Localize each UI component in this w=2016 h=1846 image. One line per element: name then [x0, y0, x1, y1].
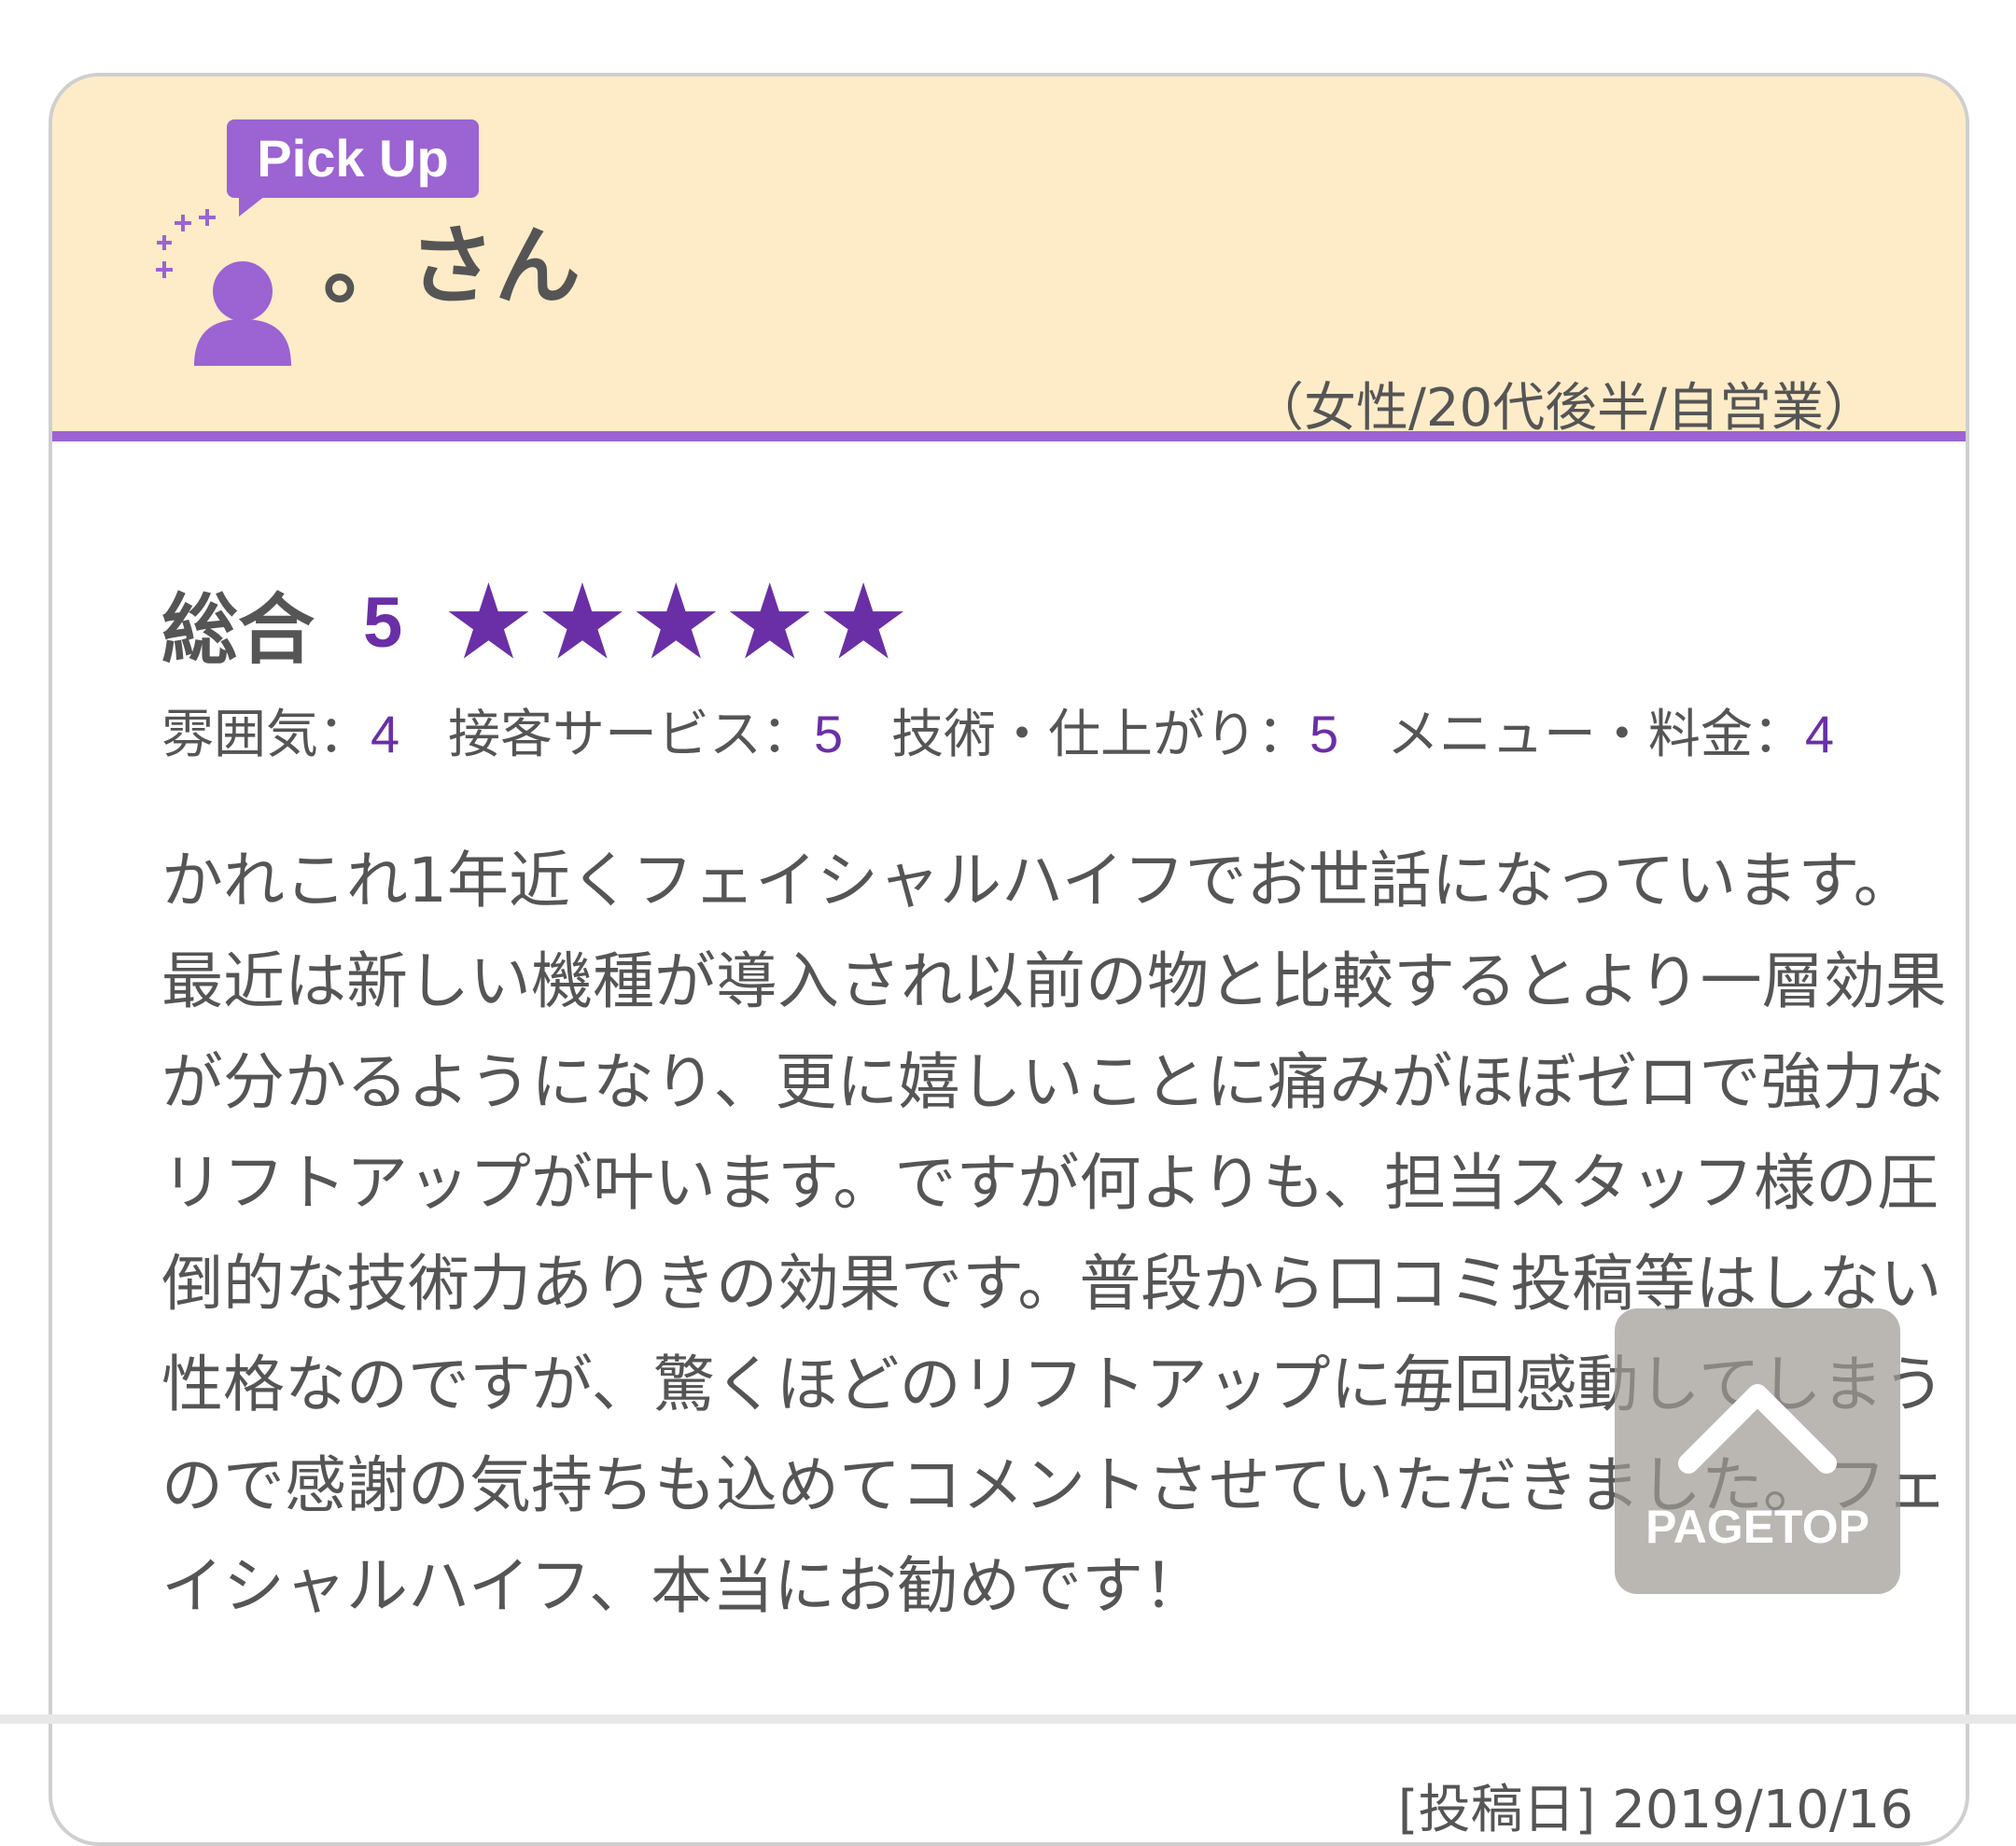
pagetop-label: PAGETOP [1645, 1501, 1869, 1553]
overall-score: 5 [363, 582, 403, 663]
star-icon: ★ [629, 562, 723, 683]
chevron-up-icon [1678, 1384, 1837, 1474]
review-card-header: Pick Up 。さん （女性/20代後半/自営業） [52, 77, 1966, 441]
bottom-divider [0, 1714, 2016, 1724]
sub-ratings: 雰囲気：4 接客サービス：5 技術・仕上がり：5 メニュー・料金：4 [161, 692, 1866, 768]
star-rating: ★ ★ ★ ★ ★ [441, 570, 910, 675]
post-date: [投稿日] 2019/10/16 [1397, 1780, 1913, 1840]
user-avatar-icon [156, 209, 291, 366]
sub-rating-technique: 技術・仕上がり：5 [890, 705, 1339, 765]
pagetop-button[interactable]: PAGETOP [1615, 1308, 1900, 1594]
star-icon: ★ [441, 562, 536, 683]
overall-label: 総合 [161, 585, 315, 675]
sub-rating-atmosphere: 雰囲気：4 [161, 705, 400, 765]
star-icon: ★ [722, 562, 817, 683]
sub-rating-menu-price: メニュー・料金：4 [1386, 705, 1835, 765]
star-icon: ★ [535, 562, 630, 683]
reviewer-name: 。さん [323, 217, 581, 316]
reviewer-demographic: （女性/20代後半/自営業） [1252, 378, 1876, 439]
pickup-badge: Pick Up [227, 119, 479, 198]
overall-rating: 総合 5 ★ ★ ★ ★ ★ [161, 570, 910, 675]
star-icon: ★ [816, 562, 911, 683]
sub-rating-service: 接客サービス：5 [447, 705, 844, 765]
